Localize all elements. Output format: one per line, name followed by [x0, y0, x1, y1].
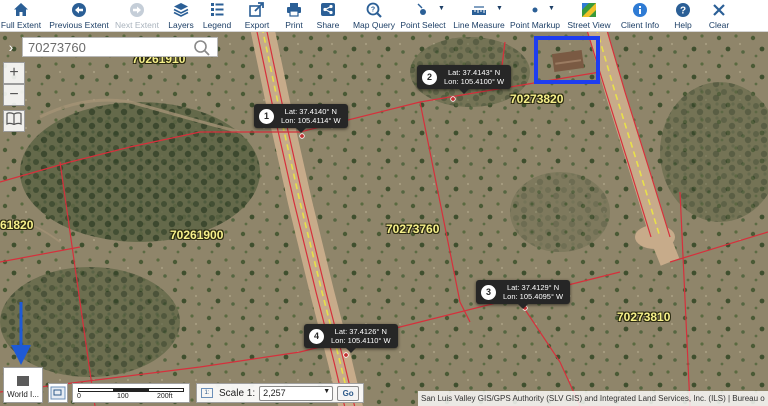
parcel-label: 70273820 [510, 92, 564, 106]
search-input[interactable] [23, 38, 193, 56]
go-button[interactable]: Go [337, 385, 360, 401]
chevron-right-icon[interactable]: › [0, 36, 22, 58]
measure-callout[interactable]: 1 Lat: 37.4140° N Lon: 105.4114° W [254, 104, 348, 133]
latitude-text: Lat: 37.4143° N [447, 68, 501, 77]
svg-text:?: ? [371, 6, 375, 13]
longitude-text: Lon: 105.4114° W [281, 116, 341, 125]
info-icon [631, 1, 649, 18]
export-icon [248, 1, 266, 18]
overview-map-button[interactable] [48, 383, 68, 403]
legend-icon [208, 1, 226, 18]
zoom-in-button[interactable]: + [3, 62, 25, 84]
printer-icon [285, 1, 303, 18]
previous-extent-button[interactable]: Previous Extent [48, 0, 110, 32]
parcel-label: 70273760 [386, 222, 440, 236]
map-view[interactable]: 70261910 70273820 61820 70261900 7027376… [0, 32, 768, 406]
longitude-text: Lon: 105.4110° W [331, 336, 391, 345]
search-box [22, 37, 218, 57]
share-icon [319, 1, 337, 18]
zoom-out-button[interactable]: − [3, 84, 25, 106]
chevron-down-icon: ▼ [438, 5, 445, 12]
share-button[interactable]: Share [316, 0, 340, 32]
parcel-label: 70261900 [170, 228, 224, 242]
measure-callout[interactable]: 3 Lat: 37.4129° N Lon: 105.4095° W [476, 280, 571, 309]
close-icon [710, 1, 728, 18]
book-icon [6, 112, 22, 130]
client-info-button[interactable]: Client Info [620, 0, 660, 32]
main-toolbar: Full Extent Previous Extent Next Extent … [0, 0, 768, 32]
ruler-icon [470, 1, 488, 18]
layers-icon [172, 1, 190, 18]
help-button[interactable]: ? Help [670, 0, 696, 32]
scale-widget: 1: Scale 1: 2,257 ▼ Go [196, 383, 364, 403]
legend-button[interactable]: Legend [202, 0, 232, 32]
basemap-thumbnail [17, 376, 29, 386]
clear-button[interactable]: Clear [706, 0, 732, 32]
parcel-label: 61820 [0, 218, 34, 232]
measure-callout[interactable]: 2 Lat: 37.4143° N Lon: 105.4100° W [417, 65, 512, 94]
chevron-down-icon: ▼ [323, 387, 331, 395]
point-select-button[interactable]: ▼ Point Select [400, 0, 446, 32]
layers-button[interactable]: Layers [166, 0, 196, 32]
basemap-gallery-button[interactable]: World I... [3, 367, 43, 403]
point-markup-icon [526, 1, 544, 18]
latitude-text: Lat: 37.4129° N [506, 283, 560, 292]
bookmarks-button[interactable] [3, 110, 25, 132]
longitude-text: Lon: 105.4100° W [444, 77, 505, 86]
latitude-text: Lat: 37.4126° N [334, 327, 387, 336]
latitude-text: Lat: 37.4140° N [284, 107, 337, 116]
forward-arrow-icon [128, 1, 146, 18]
search-bar: › [0, 36, 218, 58]
help-icon: ? [674, 1, 692, 18]
export-button[interactable]: Export [242, 0, 272, 32]
home-icon [12, 1, 30, 18]
search-icon[interactable] [193, 39, 211, 62]
measure-callout[interactable]: 4 Lat: 37.4126° N Lon: 105.4110° W [304, 324, 398, 353]
scale-icon: 1: [201, 388, 213, 398]
back-arrow-icon [70, 1, 88, 18]
point-markup-button[interactable]: ▼ Point Markup [510, 0, 560, 32]
overview-map-icon [50, 386, 66, 400]
print-button[interactable]: Print [282, 0, 306, 32]
chevron-down-icon: ▼ [548, 5, 555, 12]
svg-text:?: ? [680, 5, 686, 16]
street-view-icon [580, 1, 598, 18]
map-attribution: San Luis Valley GIS/GPS Authority (SLV G… [418, 391, 768, 406]
map-query-button[interactable]: ? Map Query [352, 0, 396, 32]
next-extent-button[interactable]: Next Extent [114, 0, 160, 32]
chevron-down-icon: ▼ [496, 5, 503, 12]
street-view-button[interactable]: Street View [567, 0, 611, 32]
scale-bar: 0 100 200ft [72, 383, 190, 403]
line-measure-button[interactable]: ▼ Line Measure [453, 0, 505, 32]
scale-label: Scale 1: [219, 387, 256, 399]
longitude-text: Lon: 105.4095° W [503, 292, 564, 301]
full-extent-button[interactable]: Full Extent [1, 0, 41, 32]
query-icon: ? [365, 1, 383, 18]
point-select-icon [414, 1, 432, 18]
aerial-imagery [0, 32, 768, 406]
scale-select[interactable]: 2,257 ▼ [259, 385, 334, 401]
parcel-label: 70273810 [617, 310, 671, 324]
